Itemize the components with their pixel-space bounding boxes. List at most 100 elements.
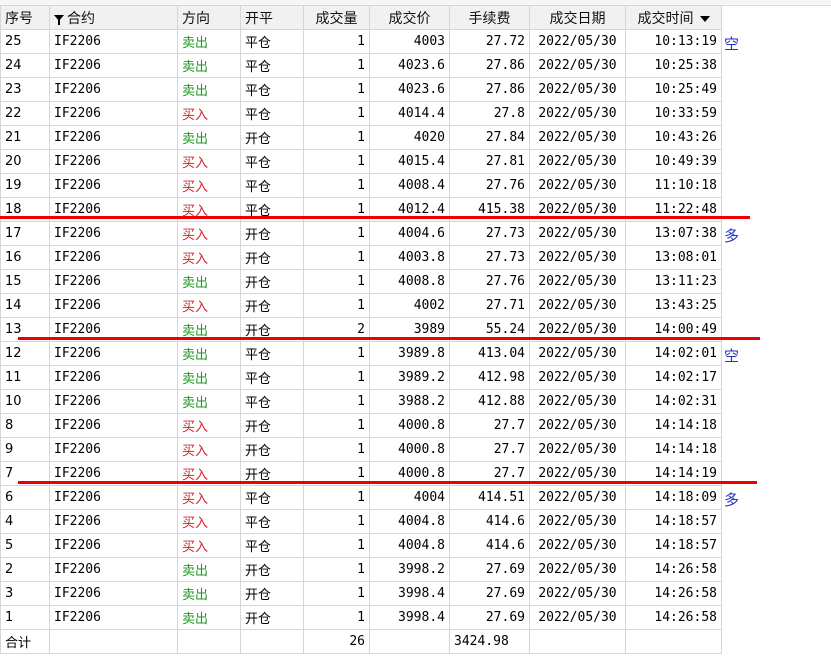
filter-icon[interactable]: [54, 14, 64, 25]
cell-direction: 买入: [177, 413, 241, 438]
table-row[interactable]: 24 IF2206 卖出 平仓 1 4023.6 27.86 2022/05/30 10:25:…: [0, 53, 831, 78]
cell-openclose: 开仓: [240, 245, 304, 270]
cell-note: 多: [721, 485, 831, 510]
table-row[interactable]: 2 IF2206 卖出 开仓 1 3998.2 27.69 2022/05/30 14:26:5…: [0, 557, 831, 582]
cell-seq: 25: [0, 29, 50, 54]
cell-time: 10:25:38: [625, 53, 722, 78]
cell-date: 2022/05/30: [529, 29, 626, 54]
cell-openclose: 平仓: [240, 365, 304, 390]
cell-price: 3989.2: [369, 365, 450, 390]
cell-time: 10:33:59: [625, 101, 722, 126]
table-row[interactable]: 21 IF2206 卖出 开仓 1 4020 27.84 2022/05/30 10:43:26: [0, 125, 831, 150]
col-header-contract[interactable]: 合约: [49, 5, 178, 30]
table-row[interactable]: 17 IF2206 买入 开仓 1 4004.6 27.73 2022/05/30 13:07:…: [0, 221, 831, 246]
cell-price: 4000.8: [369, 437, 450, 462]
cell-direction: 买入: [177, 437, 241, 462]
table-row[interactable]: 22 IF2206 买入 平仓 1 4014.4 27.8 2022/05/30 10:33:5…: [0, 101, 831, 126]
col-header-volume[interactable]: 成交量: [303, 5, 370, 30]
cell-seq: 22: [0, 101, 50, 126]
cell-time: 13:43:25: [625, 293, 722, 318]
cell-seq: 21: [0, 125, 50, 150]
cell-date: 2022/05/30: [529, 149, 626, 174]
cell-fee: 27.7: [449, 413, 530, 438]
cell-fee: 412.98: [449, 365, 530, 390]
table-row[interactable]: 8 IF2206 买入 开仓 1 4000.8 27.7 2022/05/30 14:14:18: [0, 413, 831, 438]
cell-volume: 1: [303, 101, 370, 126]
cell-openclose: 平仓: [240, 389, 304, 414]
table-row[interactable]: 5 IF2206 买入 平仓 1 4004.8 414.6 2022/05/30 14:18:5…: [0, 533, 831, 558]
cell-direction: 卖出: [177, 341, 241, 366]
cell-time: 11:10:18: [625, 173, 722, 198]
sort-descending-icon[interactable]: [699, 15, 710, 22]
cell-volume: 1: [303, 557, 370, 582]
cell-seq: 16: [0, 245, 50, 270]
col-header-seq[interactable]: 序号: [0, 5, 50, 30]
cell-contract: IF2206: [49, 581, 178, 606]
cell-volume: 1: [303, 293, 370, 318]
table-row[interactable]: 23 IF2206 卖出 平仓 1 4023.6 27.86 2022/05/30 10:25:…: [0, 77, 831, 102]
cell-note: [721, 77, 831, 102]
cell-volume: 1: [303, 221, 370, 246]
table-row[interactable]: 14 IF2206 买入 开仓 1 4002 27.71 2022/05/30 13:43:25: [0, 293, 831, 318]
table-row[interactable]: 3 IF2206 卖出 开仓 1 3998.4 27.69 2022/05/30 14:26:5…: [0, 581, 831, 606]
cell-volume: 1: [303, 173, 370, 198]
cell-date: 2022/05/30: [529, 413, 626, 438]
header-row: 序号 合约 方向 开平 成交量 成交价 手续费 成交日期 成交时间: [0, 5, 831, 30]
total-empty: [240, 629, 304, 654]
cell-seq: 20: [0, 149, 50, 174]
cell-note: [721, 101, 831, 126]
cell-time: 14:26:58: [625, 557, 722, 582]
cell-fee: 27.71: [449, 293, 530, 318]
cell-seq: 14: [0, 293, 50, 318]
cell-time: 14:18:09: [625, 485, 722, 510]
cell-date: 2022/05/30: [529, 389, 626, 414]
table-row[interactable]: 20 IF2206 买入 平仓 1 4015.4 27.81 2022/05/30 10:49:…: [0, 149, 831, 174]
cell-note: [721, 533, 831, 558]
cell-date: 2022/05/30: [529, 605, 626, 630]
table-row[interactable]: 6 IF2206 买入 平仓 1 4004 414.51 2022/05/30 14:18:09…: [0, 485, 831, 510]
col-header-direction[interactable]: 方向: [177, 5, 241, 30]
col-header-price[interactable]: 成交价: [369, 5, 450, 30]
table-row[interactable]: 10 IF2206 卖出 平仓 1 3988.2 412.88 2022/05/30 14:02…: [0, 389, 831, 414]
total-row: 合计 26 3424.98: [0, 629, 831, 654]
cell-time: 14:02:17: [625, 365, 722, 390]
cell-seq: 4: [0, 509, 50, 534]
table-row[interactable]: 4 IF2206 买入 平仓 1 4004.8 414.6 2022/05/30 14:18:5…: [0, 509, 831, 534]
cell-date: 2022/05/30: [529, 101, 626, 126]
col-header-contract-label: 合约: [67, 10, 95, 27]
table-row[interactable]: 9 IF2206 买入 开仓 1 4000.8 27.7 2022/05/30 14:14:18: [0, 437, 831, 462]
cell-date: 2022/05/30: [529, 509, 626, 534]
cell-date: 2022/05/30: [529, 533, 626, 558]
cell-seq: 1: [0, 605, 50, 630]
cell-direction: 买入: [177, 221, 241, 246]
cell-price: 4004.8: [369, 509, 450, 534]
total-empty: [177, 629, 241, 654]
col-header-openclose[interactable]: 开平: [240, 5, 304, 30]
cell-fee: 27.76: [449, 269, 530, 294]
table-row[interactable]: 1 IF2206 卖出 开仓 1 3998.4 27.69 2022/05/30 14:26:5…: [0, 605, 831, 630]
cell-volume: 1: [303, 605, 370, 630]
table-row[interactable]: 19 IF2206 买入 平仓 1 4008.4 27.76 2022/05/30 11:10:…: [0, 173, 831, 198]
table-row[interactable]: 15 IF2206 卖出 开仓 1 4008.8 27.76 2022/05/30 13:11:…: [0, 269, 831, 294]
cell-volume: 1: [303, 581, 370, 606]
cell-seq: 12: [0, 341, 50, 366]
table-row[interactable]: 11 IF2206 卖出 平仓 1 3989.2 412.98 2022/05/30 14:02…: [0, 365, 831, 390]
table-row[interactable]: 12 IF2206 卖出 平仓 1 3989.8 413.04 2022/05/30 14:02…: [0, 341, 831, 366]
cell-fee: 27.72: [449, 29, 530, 54]
cell-contract: IF2206: [49, 437, 178, 462]
cell-price: 3998.2: [369, 557, 450, 582]
table-row[interactable]: 16 IF2206 买入 开仓 1 4003.8 27.73 2022/05/30 13:08:…: [0, 245, 831, 270]
col-header-date[interactable]: 成交日期: [529, 5, 626, 30]
table-row[interactable]: 25 IF2206 卖出 平仓 1 4003 27.72 2022/05/30 10:13:19…: [0, 29, 831, 54]
cell-time: 14:18:57: [625, 533, 722, 558]
col-header-fee[interactable]: 手续费: [449, 5, 530, 30]
cell-fee: 27.86: [449, 77, 530, 102]
cell-seq: 8: [0, 413, 50, 438]
cell-date: 2022/05/30: [529, 221, 626, 246]
cell-seq: 23: [0, 77, 50, 102]
col-header-time[interactable]: 成交时间: [625, 5, 722, 30]
cell-direction: 卖出: [177, 53, 241, 78]
cell-date: 2022/05/30: [529, 173, 626, 198]
cell-direction: 卖出: [177, 581, 241, 606]
cell-seq: 19: [0, 173, 50, 198]
